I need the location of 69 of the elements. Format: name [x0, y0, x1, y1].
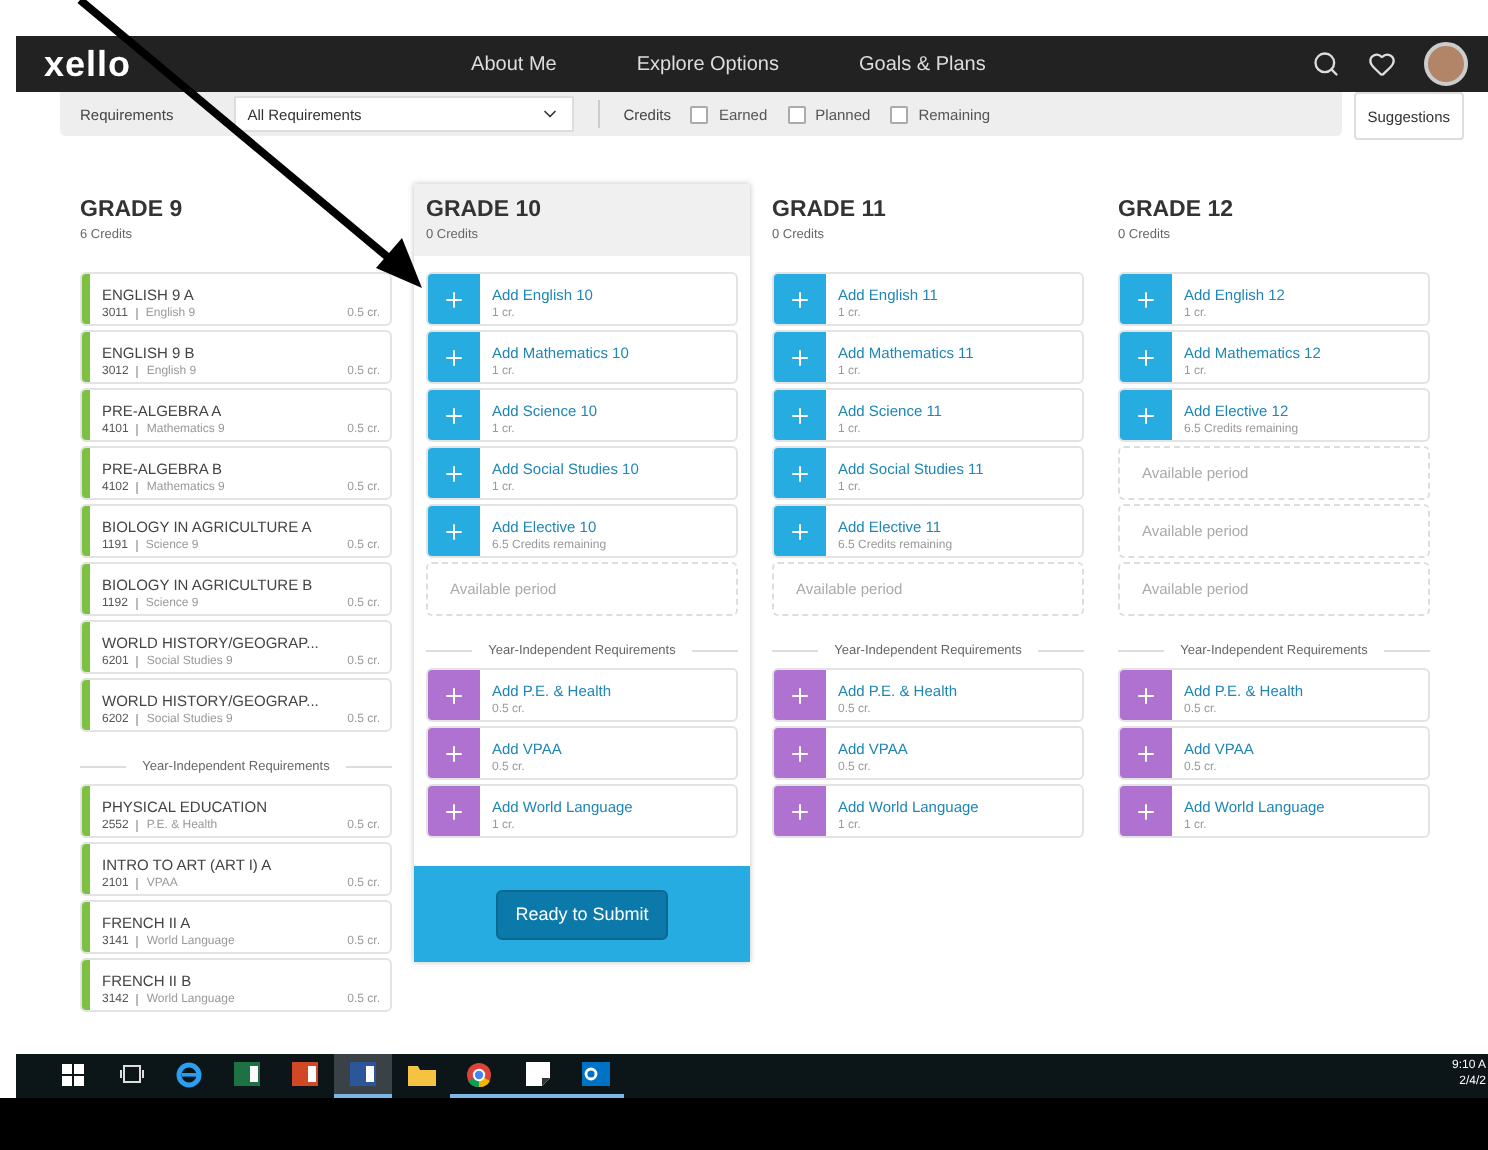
plus-tile[interactable] [428, 786, 480, 836]
plus-icon [1134, 741, 1158, 765]
checkbox[interactable] [890, 105, 909, 123]
task-view-icon [119, 1064, 143, 1084]
mail-icon [581, 1062, 609, 1086]
folder-icon [407, 1063, 435, 1085]
plus-tile[interactable] [1120, 274, 1172, 324]
plus-tile[interactable] [1120, 728, 1172, 778]
note-icon [525, 1062, 549, 1086]
plus-icon [788, 345, 812, 369]
plus-icon [442, 741, 466, 765]
plus-tile[interactable] [428, 274, 480, 324]
grade-title: GRADE 11 [772, 198, 888, 222]
plus-icon [442, 799, 466, 823]
document-icon [350, 1062, 376, 1086]
plus-tile[interactable] [1120, 390, 1172, 440]
plus-tile[interactable] [1120, 332, 1172, 382]
nav-link[interactable]: Explore Options [596, 53, 819, 75]
logo[interactable]: xello [44, 43, 132, 85]
spreadsheet-icon [234, 1062, 260, 1086]
plus-icon [788, 683, 812, 707]
plus-icon [788, 287, 812, 311]
round-browser-icon [466, 1061, 492, 1087]
taskbar-app[interactable] [334, 1054, 392, 1098]
plus-tile[interactable] [428, 448, 480, 498]
plus-icon [1134, 403, 1158, 427]
plus-tile[interactable] [774, 786, 826, 836]
browser-e-icon [176, 1061, 202, 1087]
search-icon[interactable] [1312, 50, 1340, 78]
heart-icon[interactable] [1368, 50, 1396, 78]
plus-icon [442, 345, 466, 369]
nav-link[interactable]: About Me [431, 53, 597, 75]
plus-icon [442, 461, 466, 485]
plus-icon [788, 403, 812, 427]
plus-icon [788, 799, 812, 823]
plus-tile[interactable] [774, 728, 826, 778]
plus-tile[interactable] [774, 506, 826, 556]
avatar[interactable] [1424, 42, 1468, 86]
plus-tile[interactable] [774, 390, 826, 440]
plus-tile[interactable] [774, 448, 826, 498]
plus-icon [442, 519, 466, 543]
plus-icon [442, 403, 466, 427]
submit-button[interactable]: Ready to Submit [495, 889, 669, 939]
plus-icon [788, 741, 812, 765]
nav-link[interactable]: Goals & Plans [819, 53, 1026, 75]
plus-icon [442, 683, 466, 707]
plus-icon [788, 519, 812, 543]
plus-tile[interactable] [1120, 670, 1172, 720]
checkbox[interactable] [787, 105, 806, 123]
plus-icon [1134, 345, 1158, 369]
plus-icon [788, 461, 812, 485]
presentation-icon [292, 1062, 318, 1086]
plus-tile[interactable] [428, 390, 480, 440]
plus-tile[interactable] [428, 332, 480, 382]
plus-icon [1134, 683, 1158, 707]
plus-icon [442, 287, 466, 311]
plus-tile[interactable] [428, 728, 480, 778]
checkbox[interactable] [690, 105, 709, 123]
plus-tile[interactable] [428, 670, 480, 720]
plus-icon [1134, 287, 1158, 311]
plus-tile[interactable] [774, 274, 826, 324]
plus-icon [1134, 799, 1158, 823]
plus-tile[interactable] [1120, 786, 1172, 836]
plus-tile[interactable] [774, 332, 826, 382]
plus-tile[interactable] [428, 506, 480, 556]
grade-title: GRADE 12 [1118, 198, 1236, 222]
plus-tile[interactable] [774, 670, 826, 720]
grade-title: GRADE 10 [426, 198, 544, 222]
grade-title: GRADE 9 [80, 198, 185, 222]
